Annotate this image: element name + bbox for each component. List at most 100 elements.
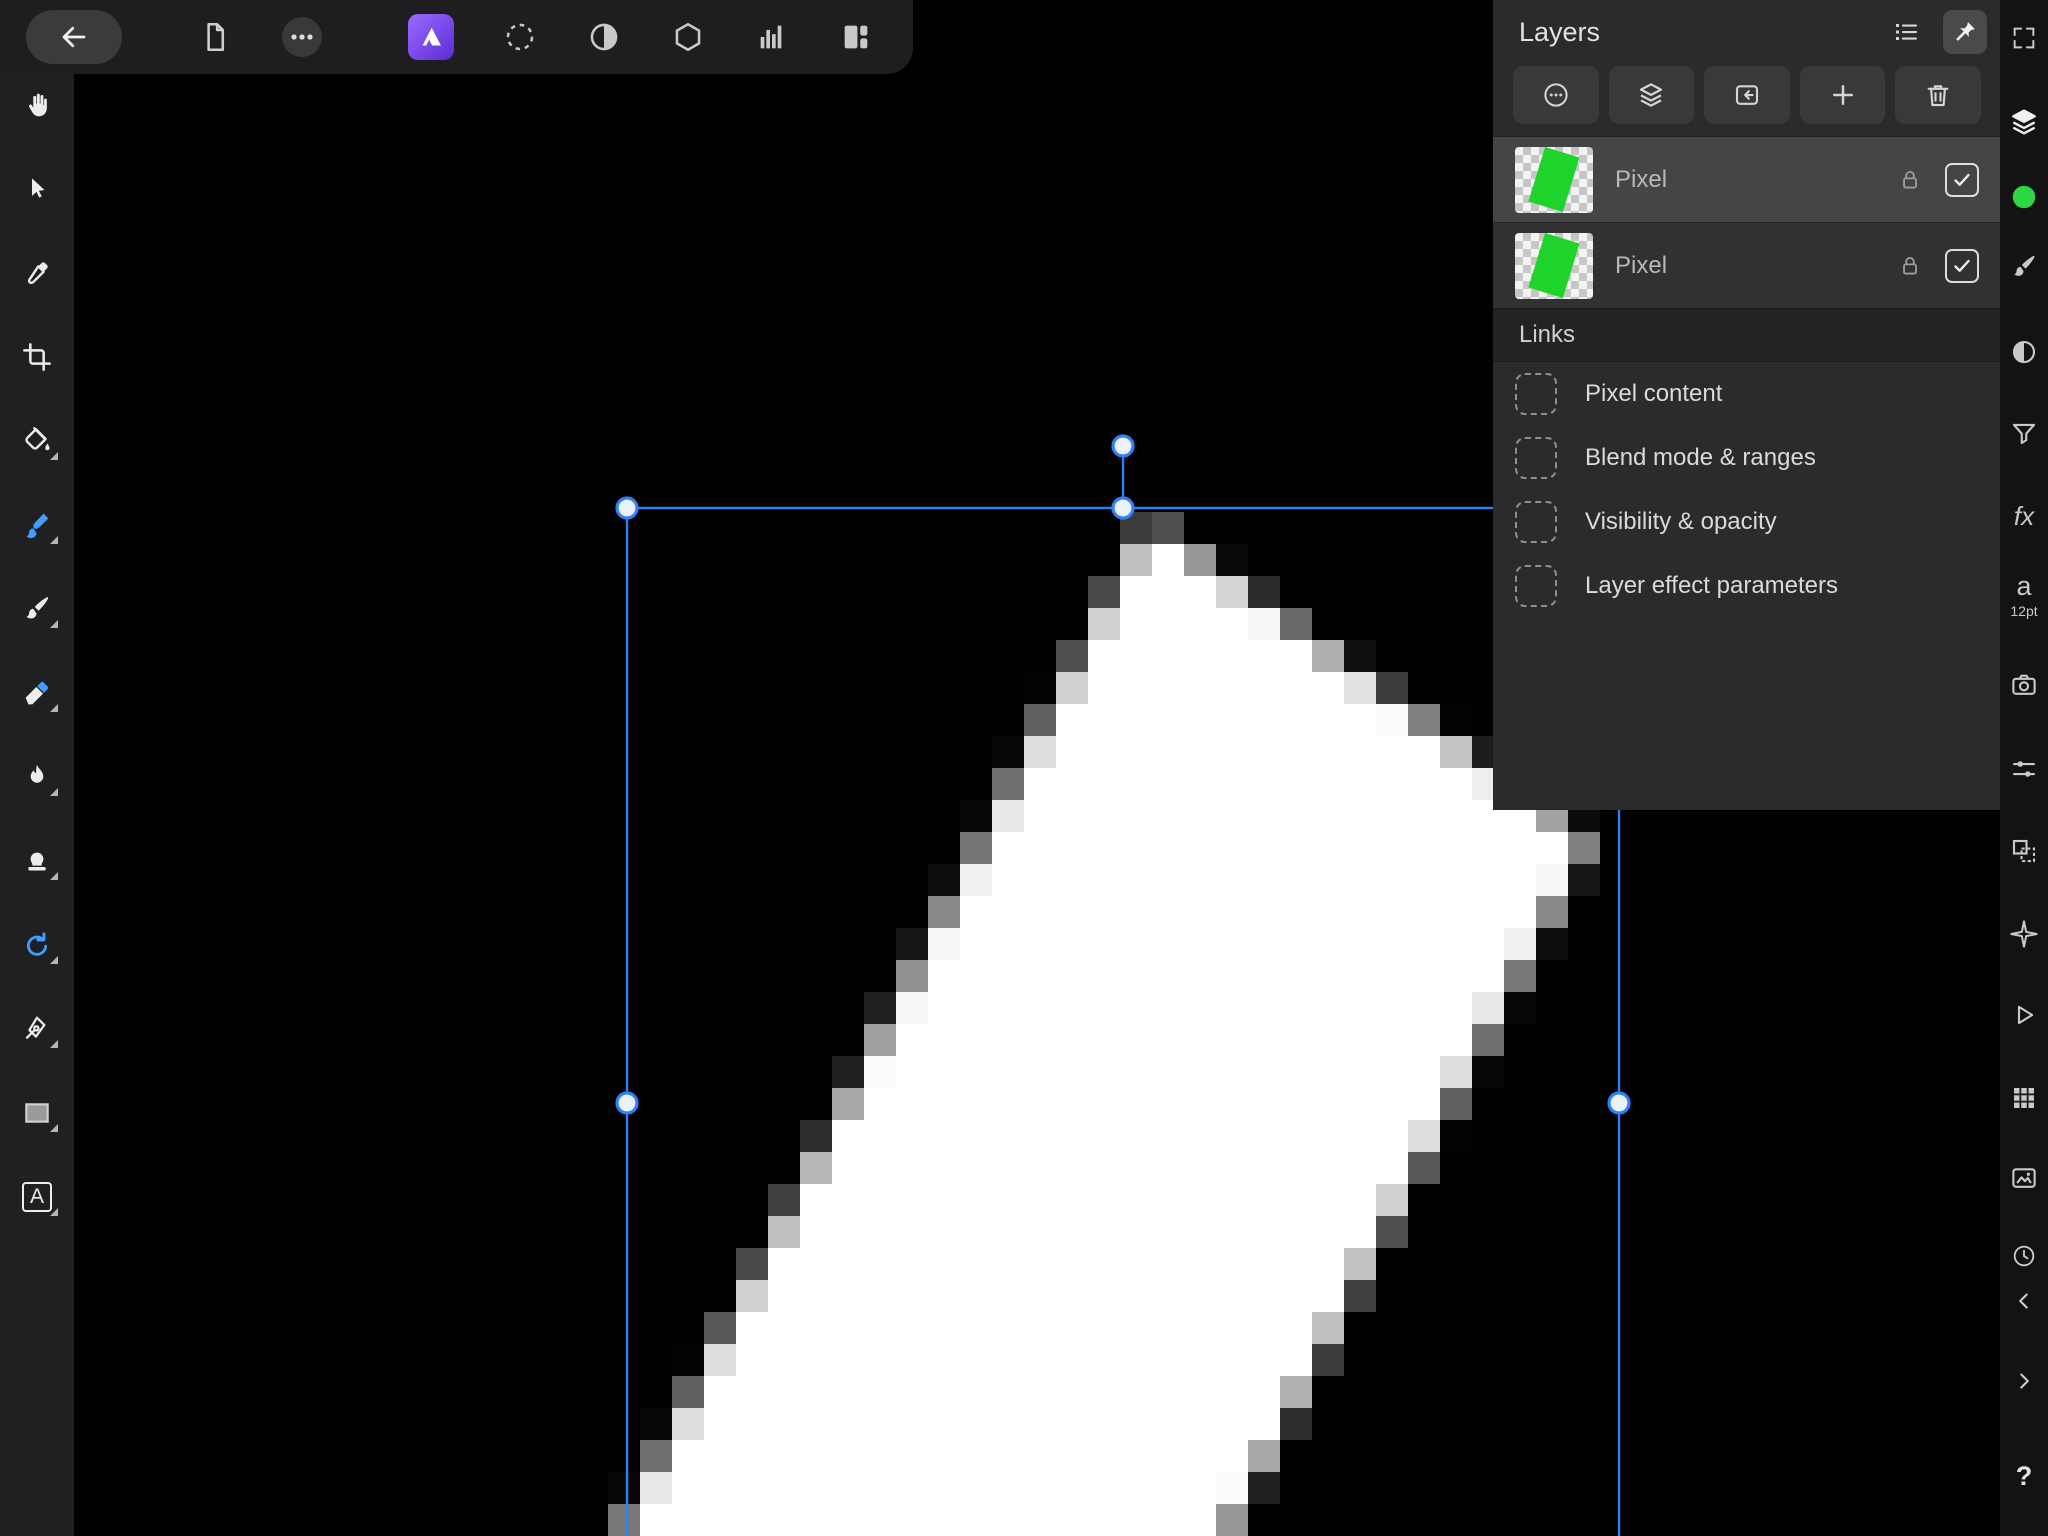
history-button[interactable]	[2006, 1238, 2042, 1274]
pen-nib-icon	[21, 1013, 53, 1045]
layers-icon	[2008, 106, 2040, 138]
layer-visibility-checkbox[interactable]	[1945, 163, 1979, 197]
layers-panel: Layers	[1493, 0, 2001, 810]
link-label: Visibility & opacity	[1585, 508, 1777, 536]
live-filters-button[interactable]	[2006, 415, 2042, 451]
paint-brush-tool[interactable]	[16, 592, 58, 626]
undo-brush-tool[interactable]	[16, 928, 58, 962]
astrophotography-persona-button[interactable]	[754, 19, 790, 55]
photo-persona-button[interactable]	[408, 14, 454, 60]
selection-brush-tool[interactable]	[16, 508, 58, 542]
layer-stack-button[interactable]	[1609, 66, 1695, 124]
erase-brush-tool[interactable]	[16, 676, 58, 710]
persona-group	[408, 14, 874, 60]
move-tool[interactable]	[16, 172, 58, 206]
selection-handle-mid-right[interactable]	[1609, 1093, 1629, 1113]
rotation-handle[interactable]	[1113, 436, 1133, 456]
contrast-circle-icon	[587, 20, 621, 54]
camera-button[interactable]	[2006, 667, 2042, 703]
collapse-right-button[interactable]	[2006, 1363, 2042, 1399]
layers-rail-button[interactable]	[2006, 104, 2042, 140]
lock-icon[interactable]	[1895, 251, 1925, 281]
crop-tool[interactable]	[16, 340, 58, 374]
link-row-visibility[interactable]: Visibility & opacity	[1493, 490, 2001, 554]
link-checkbox[interactable]	[1515, 373, 1557, 415]
chevron-left-icon	[2011, 1288, 2037, 1314]
rectangle-tool[interactable]	[16, 1096, 58, 1130]
selection-handle-mid-left[interactable]	[617, 1093, 637, 1113]
link-label: Blend mode & ranges	[1585, 444, 1816, 472]
layer-row[interactable]: Pixel	[1493, 222, 2001, 308]
develop-persona-button[interactable]	[586, 19, 622, 55]
check-icon	[1950, 168, 1974, 192]
text-tool[interactable]: A	[16, 1180, 58, 1214]
pen-tool[interactable]	[16, 1012, 58, 1046]
link-checkbox[interactable]	[1515, 437, 1557, 479]
link-label: Layer effect parameters	[1585, 572, 1838, 600]
layer-stack-icon	[1636, 80, 1666, 110]
view-hand-tool[interactable]	[16, 88, 58, 122]
color-picker-tool[interactable]	[16, 256, 58, 290]
layers-panel-title: Layers	[1519, 17, 1889, 48]
panel-menu-button[interactable]	[1889, 15, 1923, 49]
brushes-button[interactable]	[2006, 249, 2042, 285]
link-row-blend-mode[interactable]: Blend mode & ranges	[1493, 426, 2001, 490]
selection-persona-button[interactable]	[502, 19, 538, 55]
typography-button[interactable]: a 12pt	[2006, 565, 2042, 625]
adjustments-icon	[2009, 337, 2039, 367]
color-swatch-icon	[2009, 182, 2039, 212]
sliders-button[interactable]	[2006, 751, 2042, 787]
enhance-button[interactable]	[2006, 916, 2042, 952]
document-button[interactable]	[196, 18, 234, 56]
link-row-pixel-content[interactable]: Pixel content	[1493, 362, 2001, 426]
camera-icon	[2009, 670, 2039, 700]
adjustments-button[interactable]	[2006, 334, 2042, 370]
panel-menu-icon	[1891, 17, 1921, 47]
grid-icon	[2009, 1083, 2039, 1113]
color-swatch-button[interactable]	[2006, 179, 2042, 215]
flame-icon	[21, 761, 53, 793]
effects-button[interactable]: fx	[2006, 498, 2042, 534]
move-cursor-icon	[22, 174, 52, 204]
layer-options-button[interactable]	[1513, 66, 1599, 124]
more-button[interactable]	[278, 13, 326, 61]
transform-button[interactable]	[2006, 833, 2042, 869]
dashed-circle-icon	[503, 20, 537, 54]
grid-button[interactable]	[2006, 1080, 2042, 1116]
export-persona-button[interactable]	[838, 19, 874, 55]
tone-mapping-persona-button[interactable]	[670, 19, 706, 55]
filter-funnel-icon	[2009, 418, 2039, 448]
layer-visibility-checkbox[interactable]	[1945, 249, 1979, 283]
clone-stamp-tool[interactable]	[16, 844, 58, 878]
more-ellipsis-icon	[278, 13, 326, 61]
paint-brush-icon	[21, 593, 53, 625]
add-layer-button[interactable]	[1800, 66, 1886, 124]
images-button[interactable]	[2006, 1160, 2042, 1196]
selection-handle-top-left[interactable]	[617, 498, 637, 518]
lock-icon[interactable]	[1895, 165, 1925, 195]
play-button[interactable]	[2006, 997, 2042, 1033]
selection-brush-icon	[21, 509, 53, 541]
flood-fill-tool[interactable]	[16, 424, 58, 458]
back-button[interactable]	[26, 10, 122, 64]
link-row-layer-effects[interactable]: Layer effect parameters	[1493, 554, 2001, 618]
insert-inside-button[interactable]	[1704, 66, 1790, 124]
selection-handle-top-mid[interactable]	[1113, 498, 1133, 518]
sparkle-icon	[2008, 918, 2040, 950]
sliders-icon	[2009, 754, 2039, 784]
help-button[interactable]: ?	[2006, 1458, 2042, 1494]
expand-button[interactable]	[2006, 20, 2042, 56]
pin-panel-button[interactable]	[1943, 10, 1987, 54]
link-checkbox[interactable]	[1515, 565, 1557, 607]
paint-bucket-icon	[21, 425, 53, 457]
link-checkbox[interactable]	[1515, 501, 1557, 543]
fx-icon: fx	[2014, 501, 2034, 532]
trash-icon	[1923, 80, 1953, 110]
history-clock-icon	[2010, 1242, 2038, 1270]
rectangle-icon	[21, 1097, 53, 1129]
collapse-left-button[interactable]	[2006, 1283, 2042, 1319]
layer-row[interactable]: Pixel	[1493, 136, 2001, 222]
eyedropper-icon	[21, 257, 53, 289]
dodge-burn-tool[interactable]	[16, 760, 58, 794]
delete-layer-button[interactable]	[1895, 66, 1981, 124]
